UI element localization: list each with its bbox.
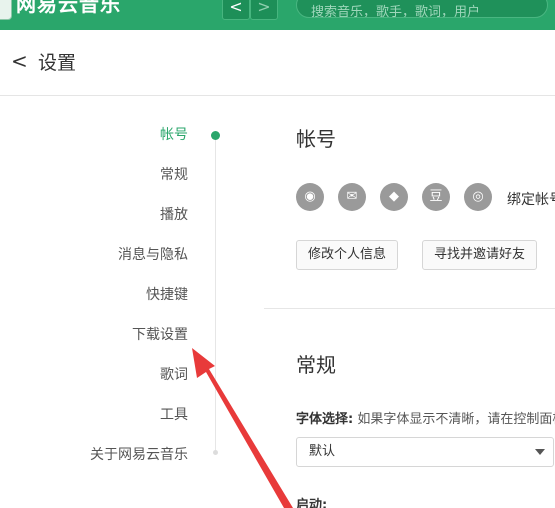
menu-item-tools[interactable]: 工具: [160, 406, 188, 424]
menu-item-general[interactable]: 常规: [160, 166, 188, 184]
bind-account-label: 绑定帐号: [507, 192, 555, 208]
font-choice-label: 字体选择: 如果字体显示不清晰，请在控制面板: [296, 408, 555, 427]
app-logo-icon: [0, 0, 12, 20]
back-icon[interactable]: <: [11, 51, 28, 71]
netease-icon[interactable]: ◎: [464, 183, 492, 211]
account-section-title: 帐号: [296, 127, 336, 151]
active-indicator-dot: [211, 131, 220, 140]
font-choice-label-bold: 字体选择:: [296, 412, 354, 427]
top-bar: 网易云音乐 < > 搜索音乐，歌手，歌词，用户: [0, 0, 555, 30]
section-divider: [264, 308, 555, 309]
timeline-end-dot: [213, 450, 218, 455]
invite-friends-button[interactable]: 寻找并邀请好友: [422, 240, 538, 270]
search-input[interactable]: 搜索音乐，歌手，歌词，用户: [296, 0, 548, 18]
weibo-icon[interactable]: ◉: [296, 183, 324, 211]
startup-label: 启动:: [296, 498, 328, 508]
edit-profile-button[interactable]: 修改个人信息: [296, 240, 399, 270]
menu-item-account[interactable]: 帐号: [160, 126, 188, 144]
chevron-down-icon: [535, 449, 545, 455]
page-title: 设置: [38, 52, 77, 74]
general-section-title: 常规: [296, 353, 336, 377]
menu-item-lyrics[interactable]: 歌词: [160, 366, 188, 384]
nav-forward-button[interactable]: >: [250, 0, 278, 20]
menu-item-shortcuts[interactable]: 快捷键: [146, 286, 188, 304]
settings-menu: 帐号 常规 播放 消息与隐私 快捷键 下载设置 歌词 工具 关于网易云音乐: [0, 96, 230, 508]
qq-icon[interactable]: ◆: [380, 183, 408, 211]
app-title: 网易云音乐: [16, 0, 121, 16]
settings-content: 帐号 ◉ ✉ ◆ 豆 ◎ 绑定帐号 修改个人信息 寻找并邀请好友 常规 字体选择…: [264, 96, 555, 508]
page-header: < 设置: [0, 30, 555, 96]
menu-item-playback[interactable]: 播放: [160, 206, 188, 224]
font-choice-hint: 如果字体显示不清晰，请在控制面板: [353, 412, 555, 427]
font-select[interactable]: 默认: [296, 437, 554, 467]
menu-timeline: [215, 134, 216, 452]
menu-item-download[interactable]: 下载设置: [132, 326, 188, 344]
menu-item-about[interactable]: 关于网易云音乐: [90, 446, 188, 464]
douban-icon[interactable]: 豆: [422, 183, 450, 211]
menu-item-privacy[interactable]: 消息与隐私: [118, 246, 188, 264]
wechat-icon[interactable]: ✉: [338, 183, 366, 211]
font-select-value: 默认: [309, 444, 336, 459]
nav-back-button[interactable]: <: [222, 0, 250, 20]
